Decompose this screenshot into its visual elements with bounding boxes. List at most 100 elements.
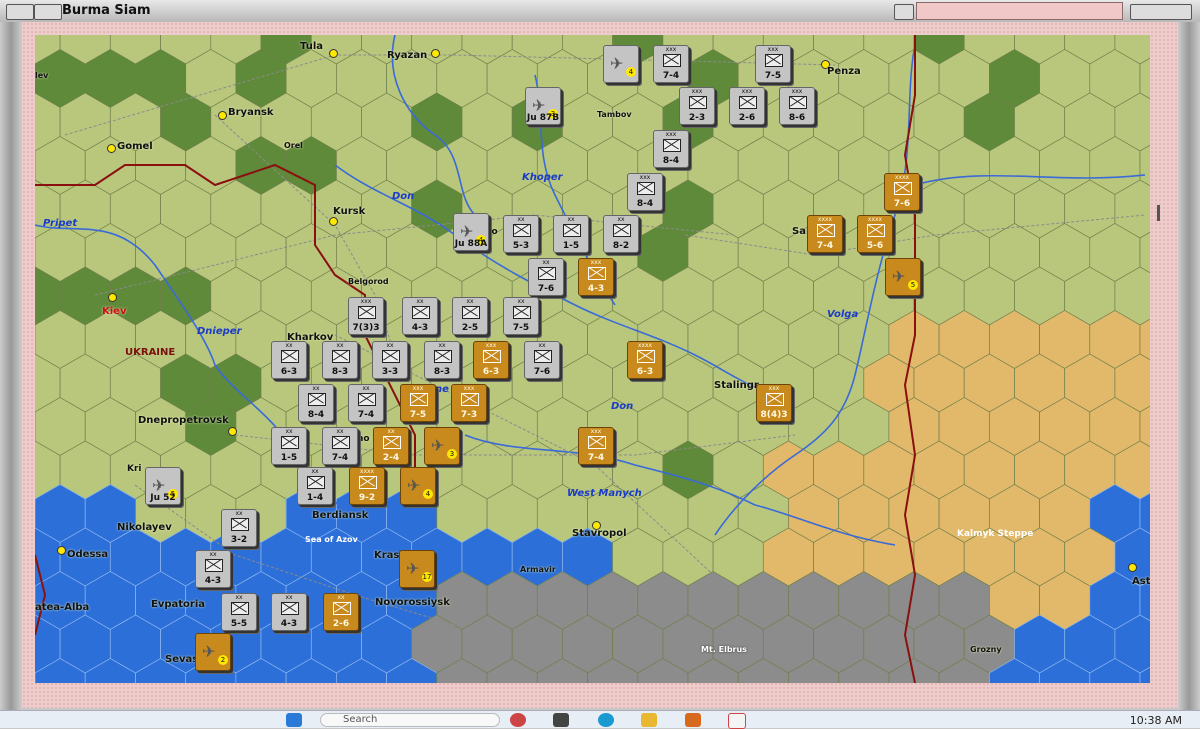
taskbar: Search 10:38 AM [0,710,1200,729]
game-map[interactable]: Pripet Don Khoper Dnieper Volga Don West… [35,35,1150,683]
infantry-symbol-icon [231,602,249,615]
map-scroll-thumb[interactable] [1157,205,1160,221]
city-label-dnepropetrovsk: Dnepropetrovsk [138,415,229,426]
unit-size-label: xxx [412,385,424,392]
ground-unit-counter[interactable]: xxx 8-4 [653,130,689,168]
ground-unit-counter[interactable]: xx 6-3 [271,341,307,379]
air-unit-counter[interactable]: ✈ 17 [399,550,435,588]
city-marker[interactable] [1128,563,1137,572]
window-menu-button[interactable] [6,4,34,20]
air-strength-badge: 4 [423,489,433,499]
ground-unit-counter[interactable]: xx 8-3 [424,341,460,379]
infantry-symbol-icon [538,267,556,280]
ground-unit-counter[interactable]: xxx 2-6 [729,87,765,125]
air-unit-counter[interactable]: ✈ 5 [885,258,921,296]
unit-size-label: xx [567,216,575,223]
city-marker[interactable] [329,49,338,58]
city-marker[interactable] [228,427,237,436]
ground-unit-counter[interactable]: xx 3-3 [372,341,408,379]
ground-unit-counter[interactable]: xxx 8-4 [627,173,663,211]
city-marker[interactable] [108,293,117,302]
ground-unit-counter[interactable]: xx 4-3 [402,297,438,335]
ground-unit-counter[interactable]: xx 4-3 [271,593,307,631]
unit-strength-label: 2-6 [332,619,350,629]
unit-size-label: xx [438,342,446,349]
city-marker[interactable] [57,546,66,555]
unit-strength-label: Ju 88A [454,239,488,249]
ground-unit-counter[interactable]: xxx 8-6 [779,87,815,125]
infantry-symbol-icon [765,54,783,67]
ground-unit-counter[interactable]: xxxx 7-4 [807,215,843,253]
window-pin-button[interactable] [34,4,62,20]
ground-unit-counter[interactable]: xxx 7-3 [451,384,487,422]
unit-strength-label: 7-5 [409,410,427,420]
air-unit-counter[interactable]: ✈ 4 [603,45,639,83]
city-label-armavir: Armavir [520,565,556,574]
ground-unit-counter[interactable]: xx 3-2 [221,509,257,547]
ground-unit-counter[interactable]: xxxx 5-6 [857,215,893,253]
city-marker[interactable] [329,217,338,226]
unit-size-label: xx [517,298,525,305]
air-unit-counter[interactable]: ✈ 4 [400,467,436,505]
file-explorer-icon[interactable] [641,713,657,727]
ground-unit-counter[interactable]: xx 5-5 [221,593,257,631]
ground-unit-counter[interactable]: xx 8-2 [603,215,639,253]
ground-unit-counter[interactable]: xxxx 7-6 [884,173,920,211]
window-controls[interactable] [1130,4,1192,20]
titlebar-toggle-button[interactable] [894,4,914,20]
ground-unit-counter[interactable]: xxxx 9-2 [349,467,385,505]
ground-unit-counter[interactable]: xx 2-4 [373,427,409,465]
unit-size-label: xxx [590,428,602,435]
app-icon[interactable] [510,713,526,727]
ground-unit-counter[interactable]: xxx 7-5 [400,384,436,422]
game-app-icon[interactable] [685,713,701,727]
ground-unit-counter[interactable]: xx 1-4 [297,467,333,505]
ground-unit-counter[interactable]: xx 2-6 [323,593,359,631]
city-marker[interactable] [218,111,227,120]
ground-unit-counter[interactable]: xx 8-3 [322,341,358,379]
unit-strength-label: 4-3 [411,323,429,333]
taskbar-search[interactable]: Search [320,713,500,727]
ground-unit-counter[interactable]: xx 4-3 [195,550,231,588]
ground-unit-counter[interactable]: xx 5-3 [503,215,539,253]
ground-unit-counter[interactable]: xxx 4-3 [578,258,614,296]
air-unit-counter[interactable]: ✈ 5 Ju 52 [145,467,181,505]
ground-unit-counter[interactable]: xx 7-4 [322,427,358,465]
ground-unit-counter[interactable]: xx 7-6 [528,258,564,296]
sea-label-azov: Sea of Azov [305,535,358,544]
city-label-krasnodar: Kras [374,550,400,561]
unit-strength-label: 7-4 [331,453,349,463]
ground-unit-counter[interactable]: xxx 7-5 [755,45,791,83]
task-view-icon[interactable] [553,713,569,727]
ground-unit-counter[interactable]: xx 1-5 [553,215,589,253]
infantry-symbol-icon [281,350,299,363]
ground-unit-counter[interactable]: xx 8-4 [298,384,334,422]
ground-unit-counter[interactable]: xxx 7-4 [578,427,614,465]
ground-unit-counter[interactable]: xxx 8(4)3 [756,384,792,422]
edge-browser-icon[interactable] [598,713,614,727]
unit-strength-label: 7-6 [537,284,555,294]
ground-unit-counter[interactable]: xx 7-6 [524,341,560,379]
city-label-evpatoria: Evpatoria [151,599,206,610]
unit-size-label: xx [336,428,344,435]
river-label-dnieper-2: ne [435,384,449,395]
ground-unit-counter[interactable]: xxxx 6-3 [627,341,663,379]
city-marker[interactable] [107,144,116,153]
windows-start-icon[interactable] [286,713,302,727]
ground-unit-counter[interactable]: xxx 7-4 [653,45,689,83]
unit-size-label: xxxx [637,342,653,349]
infantry-symbol-icon [434,350,452,363]
air-unit-counter[interactable]: ✈ 4 Ju 88A [453,213,489,251]
city-marker[interactable] [431,49,440,58]
ground-unit-counter[interactable]: xxx 7(3)3 [348,297,384,335]
ground-unit-counter[interactable]: xxx 2-3 [679,87,715,125]
air-unit-counter[interactable]: ✈ 3 Ju 87B [525,87,561,125]
air-unit-counter[interactable]: ✈ 2 [195,633,231,671]
ground-unit-counter[interactable]: xx 7-5 [503,297,539,335]
ground-unit-counter[interactable]: xx 1-5 [271,427,307,465]
ground-unit-counter[interactable]: xx 2-5 [452,297,488,335]
ground-unit-counter[interactable]: xx 7-4 [348,384,384,422]
unit-strength-label: 7-6 [533,367,551,377]
air-unit-counter[interactable]: ✈ 3 [424,427,460,465]
ground-unit-counter[interactable]: xxx 6-3 [473,341,509,379]
